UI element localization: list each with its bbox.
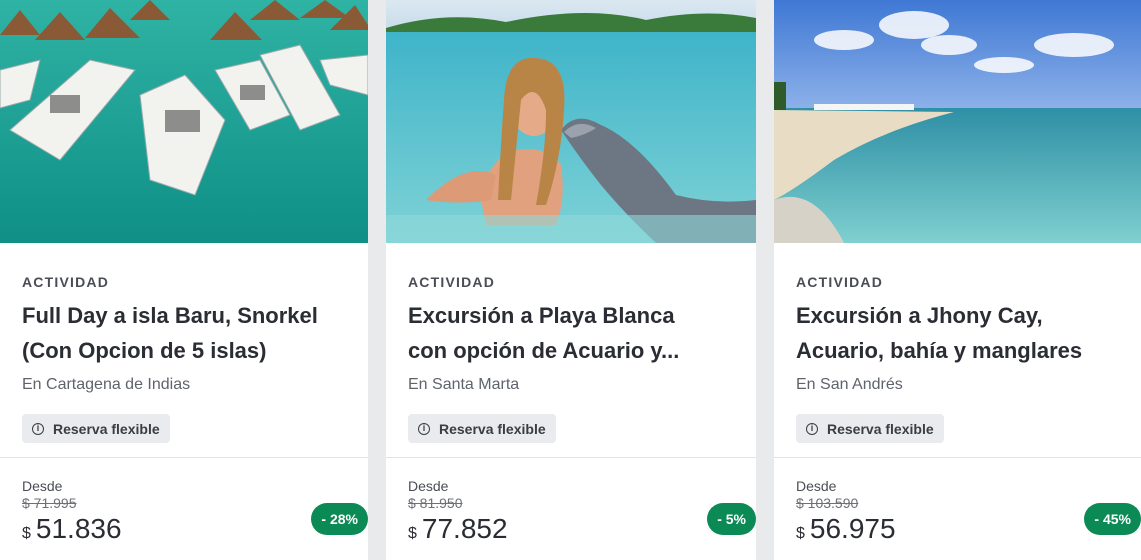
currency-symbol: $	[796, 525, 805, 542]
price-block: Desde $ 71.995 $ 51.836	[22, 478, 122, 545]
from-label: Desde	[796, 478, 837, 494]
current-price: 51.836	[35, 513, 122, 544]
discount-value: - 28%	[321, 511, 358, 527]
activity-title[interactable]: Excursión a Jhony Cay, Acuario, bahía y …	[796, 298, 1127, 368]
current-price: 56.975	[809, 513, 896, 544]
original-price: $ 81.950	[408, 495, 463, 511]
info-icon: i	[32, 422, 44, 435]
from-label: Desde	[22, 478, 63, 494]
from-label: Desde	[408, 478, 449, 494]
activity-type-label: ACTIVIDAD	[22, 274, 110, 290]
activity-title[interactable]: Full Day a isla Baru, Snorkel (Con Opcio…	[22, 298, 354, 368]
flexible-booking-badge: i Reserva flexible	[408, 414, 556, 443]
discount-badge: - 5%	[707, 503, 756, 535]
activity-photo[interactable]	[0, 0, 368, 243]
original-price: $ 103.590	[796, 495, 859, 511]
activity-type-label: ACTIVIDAD	[796, 274, 884, 290]
activity-photo[interactable]	[774, 0, 1141, 243]
activity-location: En Santa Marta	[408, 376, 520, 393]
badge-label: Reserva flexible	[53, 420, 160, 437]
currency-symbol: $	[22, 525, 31, 542]
badge-label: Reserva flexible	[439, 420, 546, 437]
activity-card[interactable]: ACTIVIDAD Full Day a isla Baru, Snorkel …	[0, 0, 368, 560]
activity-location: En Cartagena de Indias	[22, 376, 191, 393]
activity-card[interactable]: ACTIVIDAD Excursión a Playa Blanca con o…	[386, 0, 756, 560]
activity-type-label: ACTIVIDAD	[408, 274, 496, 290]
discount-badge: - 28%	[311, 503, 368, 535]
activity-photo[interactable]	[386, 0, 756, 243]
card-divider	[386, 457, 756, 458]
flexible-booking-badge: i Reserva flexible	[796, 414, 944, 443]
card-divider	[0, 457, 368, 458]
activity-title[interactable]: Excursión a Playa Blanca con opción de A…	[408, 298, 742, 368]
info-icon: i	[418, 422, 430, 435]
discount-value: - 5%	[717, 511, 746, 527]
badge-label: Reserva flexible	[827, 420, 934, 437]
price-block: Desde $ 103.590 $ 56.975	[796, 478, 896, 545]
card-divider	[774, 457, 1141, 458]
currency-symbol: $	[408, 525, 417, 542]
flexible-booking-badge: i Reserva flexible	[22, 414, 170, 443]
original-price: $ 71.995	[22, 495, 77, 511]
activity-location: En San Andrés	[796, 376, 903, 393]
discount-value: - 45%	[1094, 511, 1131, 527]
price-block: Desde $ 81.950 $ 77.852	[408, 478, 508, 545]
current-price: 77.852	[421, 513, 508, 544]
activity-card[interactable]: ACTIVIDAD Excursión a Jhony Cay, Acuario…	[774, 0, 1141, 560]
info-icon: i	[806, 422, 818, 435]
discount-badge: - 45%	[1084, 503, 1141, 535]
